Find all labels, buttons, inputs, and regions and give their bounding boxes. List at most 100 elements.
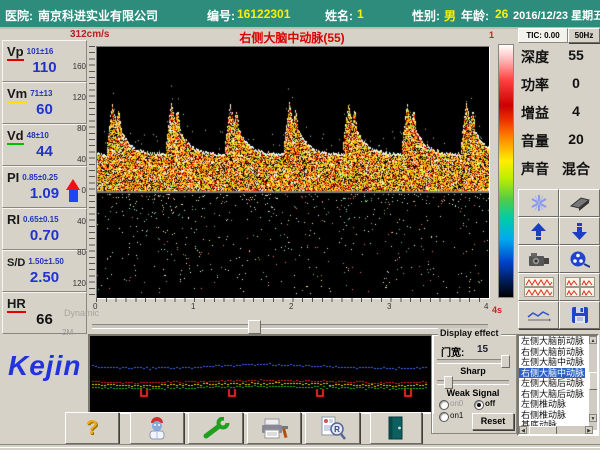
hr-label: HR	[7, 296, 26, 313]
baseline-arrow-icon[interactable]	[66, 179, 80, 190]
artery-list-vscrollbar[interactable]: ▲ ▼	[589, 336, 597, 430]
radio-on1-label: on1	[450, 411, 464, 420]
snowflake-icon	[531, 195, 546, 211]
vm-label: Vm	[7, 86, 28, 103]
artery-list-item[interactable]: 右侧大脑后动脉	[519, 389, 585, 400]
x-tick: 4	[484, 302, 489, 311]
svg-text:R: R	[334, 425, 340, 434]
trend-canvas	[90, 336, 428, 408]
settings-button[interactable]	[188, 412, 243, 444]
y-tick: 80	[77, 124, 86, 133]
param-box-ri: RI 0.65±0.15 0.70	[2, 208, 87, 250]
patient-info-bar: 医院: 南京科进实业有限公司 编号: 16122301 姓名: 1 性别: 男 …	[0, 0, 600, 29]
floppy-disk-icon	[571, 307, 588, 323]
video-button[interactable]	[559, 245, 600, 273]
param-row: 深度 55	[521, 47, 584, 65]
save-button[interactable]	[559, 301, 600, 329]
datetime: 2016/12/23 星期五 11:51:35	[513, 10, 600, 22]
patient-name: 1	[357, 7, 364, 21]
artery-list-item[interactable]: 左侧大脑中动脉	[519, 357, 585, 368]
dynamic-mode-label: Dynamic	[64, 308, 100, 318]
patient-id-label: 编号:	[207, 9, 235, 23]
kejin-logo: Kejin	[8, 350, 82, 381]
artery-list-item[interactable]: 左侧大脑前动脉	[519, 336, 585, 347]
frequency-button[interactable]: 50Hz	[568, 28, 600, 43]
hospital-label: 医院:	[5, 9, 33, 23]
artery-list-item[interactable]: 左侧椎动脉	[519, 399, 585, 410]
radio-off[interactable]	[474, 400, 484, 410]
param-row: 声音 混合	[521, 161, 590, 177]
artery-list-item[interactable]: 右侧椎动脉	[519, 410, 585, 421]
time-span-label: 4s	[492, 305, 503, 315]
time-scroll-thumb[interactable]	[248, 320, 261, 334]
x-tick: 2	[289, 302, 294, 311]
report-magnifier-icon: R	[321, 416, 346, 440]
velocity-ruler	[89, 46, 95, 297]
ri-label: RI	[7, 212, 20, 227]
display-effect-title: Display effect	[438, 328, 501, 338]
baseline-marker[interactable]	[69, 190, 78, 202]
patient-icon	[149, 417, 165, 440]
quad-display-button[interactable]	[559, 273, 600, 301]
sex-label: 性别:	[412, 9, 440, 23]
artery-list-item[interactable]: 右侧大脑前动脉	[519, 347, 585, 358]
param-box-vp: Vp 101±16 110	[2, 40, 87, 82]
patient-id: 16122301	[237, 7, 291, 21]
down-arrow-icon	[572, 222, 587, 240]
freeze-button[interactable]	[518, 189, 559, 217]
trend-curve-button[interactable]	[518, 301, 559, 329]
probe-icon	[569, 196, 590, 211]
y-tick: 40	[77, 155, 86, 164]
reset-button[interactable]: Reset	[472, 413, 514, 430]
age-label: 年龄:	[461, 9, 489, 23]
artery-list-item[interactable]: 左侧大脑后动脉	[519, 378, 585, 389]
y-tick: 120	[72, 279, 86, 288]
vp-label: Vp	[7, 44, 24, 61]
hospital-name: 南京科进实业有限公司	[38, 9, 159, 23]
time-scroll-track[interactable]	[92, 324, 488, 329]
param-row: 增益 4	[521, 103, 580, 121]
artery-list-hscrollbar[interactable]: ◀ ▶	[519, 426, 593, 434]
radio-on0[interactable]	[439, 400, 449, 410]
gate-slider-track[interactable]	[437, 359, 509, 364]
artery-list-item[interactable]: 右侧大脑中动脉	[519, 367, 585, 378]
probe-button[interactable]	[559, 189, 600, 217]
dual-display-button[interactable]	[518, 273, 559, 301]
pi-ref: 0.85±0.25	[22, 173, 58, 182]
intensity-colorbar	[498, 44, 514, 298]
radio-on0-label: on0	[450, 399, 464, 408]
channel-index-label: 1	[489, 30, 495, 40]
tcd-application-window: 医院: 南京科进实业有限公司 编号: 16122301 姓名: 1 性别: 男 …	[0, 0, 600, 450]
exit-button[interactable]	[370, 412, 422, 444]
ri-ref: 0.65±0.15	[23, 215, 59, 224]
x-tick: 3	[387, 302, 392, 311]
snapshot-button[interactable]	[518, 245, 559, 273]
patient-button[interactable]	[130, 412, 184, 444]
sharp-label: Sharp	[460, 366, 486, 376]
scale-up-button[interactable]	[518, 217, 559, 245]
gate-width-label: 门宽:	[441, 348, 465, 359]
print-button[interactable]	[247, 412, 301, 444]
x-tick: 1	[191, 302, 196, 311]
radio-off-label: off	[485, 399, 496, 408]
param-box-vm: Vm 71±13 60	[2, 82, 87, 124]
scale-down-button[interactable]	[559, 217, 600, 245]
trend-display	[88, 334, 434, 414]
weak-signal-label: Weak Signal	[446, 388, 500, 398]
film-reel-icon	[570, 251, 590, 268]
artery-list[interactable]: 左侧大脑前动脉 右侧大脑前动脉 左侧大脑中动脉 右侧大脑中动脉 左侧大脑后动脉 右侧大脑后…	[517, 334, 599, 436]
sex-value: 男	[444, 9, 457, 23]
help-button[interactable]: ?	[65, 412, 119, 444]
camera-icon	[528, 252, 549, 266]
acquisition-params: 深度 55 功率 0 增益 4 音量 20 声音 混合	[518, 44, 598, 184]
y-tick: 40	[77, 217, 86, 226]
trend-mode-label: 2M	[62, 328, 74, 337]
param-row: 音量 20	[521, 131, 584, 149]
y-tick: 120	[72, 93, 86, 102]
doppler-spectrogram	[96, 46, 490, 299]
sd-label: S/D	[7, 257, 26, 269]
radio-on1[interactable]	[439, 412, 449, 422]
age-value: 26	[495, 7, 509, 21]
vm-ref: 71±13	[30, 89, 53, 98]
report-button[interactable]: R	[305, 412, 360, 444]
